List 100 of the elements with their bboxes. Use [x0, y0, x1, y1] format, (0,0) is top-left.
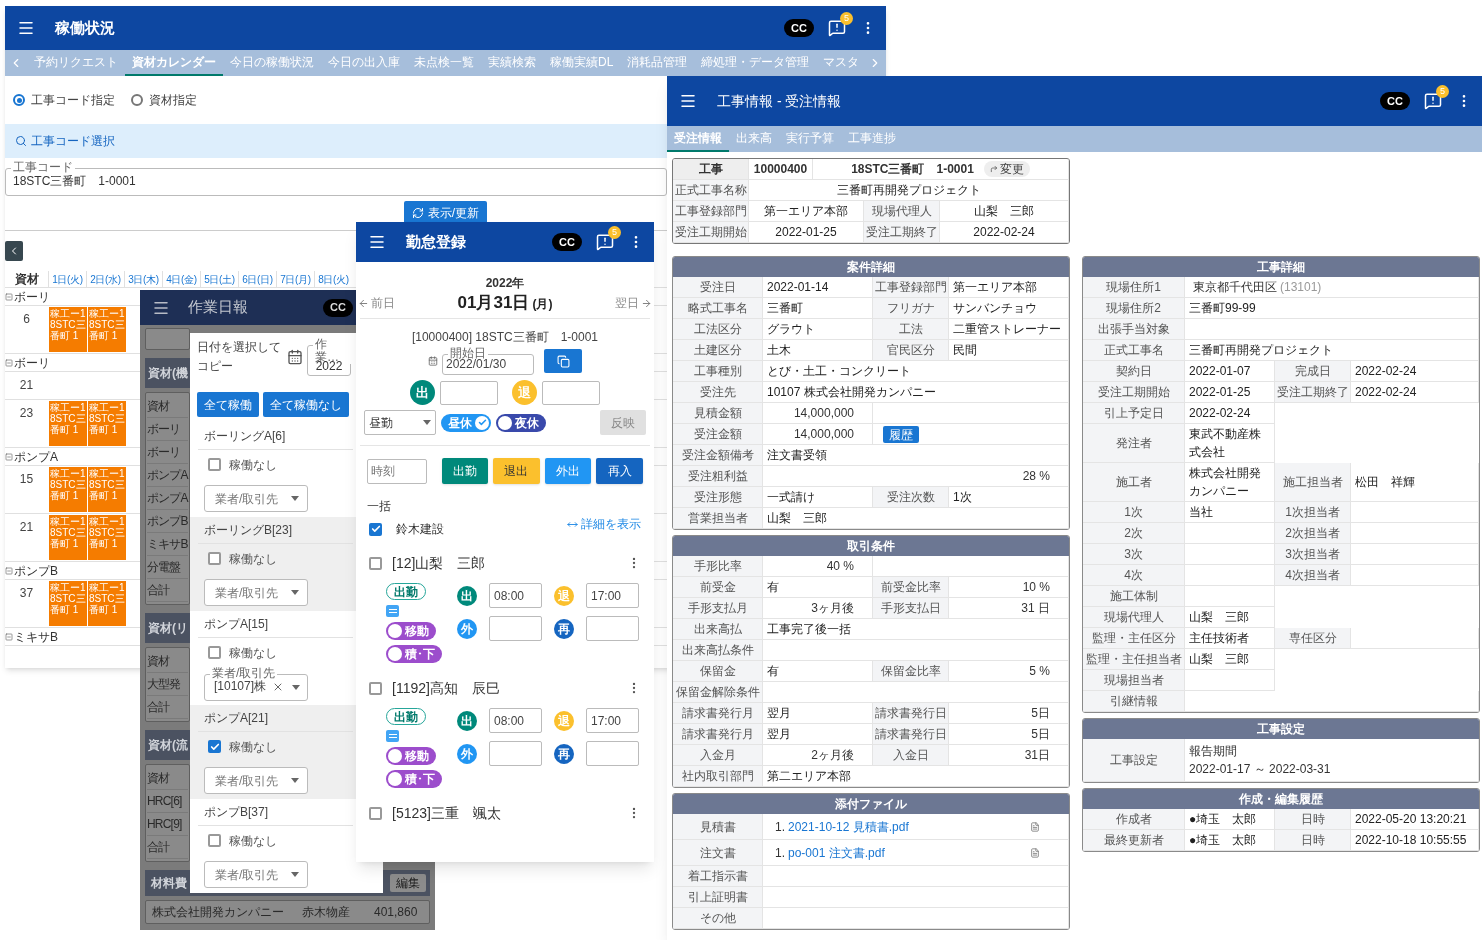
punch-button[interactable]: 出勤 — [441, 458, 489, 484]
checkbox[interactable] — [208, 552, 221, 565]
back-button[interactable] — [5, 241, 23, 261]
machine-name: ボーリングA[6] — [204, 428, 286, 445]
time-input[interactable] — [586, 616, 639, 641]
collapse-icon[interactable] — [5, 292, 13, 301]
checkbox[interactable] — [369, 806, 382, 820]
checkbox[interactable] — [369, 681, 382, 695]
field-value: 2022-01-17 ～ 2022-03-31 — [1189, 761, 1331, 778]
note-icon[interactable] — [386, 605, 399, 617]
checkbox[interactable] — [369, 556, 382, 570]
notification-badge: 5 — [1436, 85, 1449, 98]
field-label: 引継情報 — [1083, 691, 1185, 712]
time-input[interactable] — [542, 380, 600, 405]
caret-icon — [291, 496, 299, 501]
radio-button[interactable] — [13, 94, 25, 106]
previous-day-link[interactable]: 前日 — [358, 294, 418, 312]
punch-button[interactable]: 退出 — [493, 458, 540, 484]
booking-block[interactable]: 稼工ー18STC三番町 1 — [49, 467, 87, 512]
vendor-select[interactable]: 業者/取引先 — [204, 767, 308, 794]
toggle-switch[interactable]: 移動 — [386, 747, 436, 765]
field-label: 手形支払日 — [873, 598, 949, 619]
action-button[interactable]: 全て稼働なし — [263, 392, 349, 417]
field-value: 山梨 三郎 — [763, 508, 1069, 529]
booking-block[interactable]: 稼工ー18STC三番町 1 — [49, 515, 87, 560]
file-link[interactable]: 2021-10-12 見積書.pdf — [788, 817, 909, 836]
edit-button[interactable]: 編集 — [390, 874, 426, 892]
copy-button[interactable] — [544, 349, 582, 373]
booking-block[interactable]: 稼工ー18STC三番町 1 — [88, 401, 126, 446]
chat-icon[interactable] — [596, 233, 614, 251]
toggle-switch[interactable]: 積･下 — [386, 770, 442, 788]
time-input[interactable]: 17:00 — [586, 708, 639, 733]
note-icon[interactable] — [386, 730, 399, 742]
vendor-select[interactable]: 業者/取引先 — [204, 579, 308, 606]
collapse-icon[interactable] — [5, 566, 13, 575]
row-label: 合計 — [147, 582, 170, 599]
menu-icon[interactable] — [679, 92, 697, 110]
radio-button[interactable] — [131, 94, 143, 106]
search-bar[interactable]: 工事コード選択 — [5, 124, 667, 158]
field-label: 現場住所2 — [1083, 298, 1185, 319]
chat-icon[interactable] — [1424, 92, 1442, 110]
field-value: 山梨 三郎 — [940, 201, 1069, 222]
field-label: 監理・主任区分 — [1083, 628, 1185, 649]
menu-icon[interactable] — [368, 233, 386, 251]
time-input[interactable] — [440, 380, 498, 405]
detail-link[interactable]: 詳細を表示 — [567, 515, 641, 533]
booking-block[interactable]: 稼工ー18STC三番町 1 — [88, 515, 126, 560]
field-label: 最終更新者 — [1083, 830, 1185, 851]
menu-icon[interactable] — [17, 19, 35, 37]
field-value: 2022-02-24 — [940, 222, 1069, 243]
booking-block[interactable]: 稼工ー18STC三番町 1 — [49, 401, 87, 446]
collapse-icon[interactable] — [5, 452, 13, 461]
vendor-select[interactable]: 業者/取引先 — [204, 861, 308, 888]
checkbox[interactable] — [369, 522, 382, 536]
checkbox[interactable] — [208, 458, 221, 471]
caret-icon — [292, 685, 300, 690]
time-input[interactable] — [489, 616, 542, 641]
history-button[interactable]: 履歴 — [883, 425, 919, 443]
checkbox[interactable] — [208, 834, 221, 847]
cc-badge: CC — [1380, 92, 1410, 110]
booking-block[interactable]: 稼工ー18STC三番町 1 — [49, 581, 87, 626]
copy-icon — [556, 354, 570, 368]
field-label: 前受金比率 — [873, 577, 949, 598]
shift-select[interactable]: 昼勤 — [364, 410, 436, 435]
calendar-icon[interactable] — [287, 348, 303, 365]
file-icon[interactable] — [1030, 821, 1040, 832]
collapse-icon[interactable] — [5, 358, 13, 367]
toggle-switch[interactable]: 昼休 — [441, 413, 491, 432]
time-input[interactable]: 08:00 — [489, 708, 542, 733]
field-label: 現場代理人 — [864, 201, 940, 222]
checkbox[interactable] — [208, 740, 221, 753]
chat-icon[interactable] — [828, 19, 846, 37]
project-label: [10000400] 18STC三番町 1-0001 — [410, 329, 600, 346]
time-input[interactable] — [586, 741, 639, 766]
booking-block[interactable]: 稼工ー18STC三番町 1 — [88, 307, 126, 352]
change-button[interactable]: 変更 — [983, 161, 1030, 177]
refresh-button[interactable]: 表示/更新 — [403, 201, 488, 224]
time-field[interactable]: 時刻 — [367, 458, 427, 484]
toggle-switch[interactable]: 積･下 — [386, 645, 442, 663]
checkbox[interactable] — [208, 646, 221, 659]
booking-block[interactable]: 稼工ー18STC三番町 1 — [88, 581, 126, 626]
action-button[interactable]: 全て稼働 — [197, 392, 259, 417]
machine-name: ボーリングB[23] — [204, 522, 293, 539]
time-input[interactable]: 08:00 — [489, 583, 542, 608]
booking-block[interactable]: 稼工ー18STC三番町 1 — [49, 307, 87, 352]
file-link[interactable]: po-001 注文書.pdf — [788, 843, 885, 862]
toggle-switch[interactable]: 夜休 — [496, 413, 546, 432]
collapse-icon[interactable] — [5, 632, 13, 641]
calendar-icon[interactable] — [428, 356, 438, 366]
vendor-select[interactable]: 業者/取引先 — [204, 485, 308, 512]
time-input[interactable]: 17:00 — [586, 583, 639, 608]
time-input[interactable] — [489, 741, 542, 766]
punch-button[interactable]: 再入 — [596, 458, 643, 484]
file-icon[interactable] — [1030, 847, 1040, 858]
booking-block[interactable]: 稼工ー18STC三番町 1 — [88, 467, 126, 512]
next-day-link[interactable]: 翌日 — [592, 294, 652, 312]
toggle-switch[interactable]: 移動 — [386, 622, 436, 640]
punch-button[interactable]: 外出 — [544, 458, 592, 484]
checkbox-label: 稼働なし — [229, 456, 277, 474]
field-label: 受注工期開始 — [673, 222, 749, 243]
